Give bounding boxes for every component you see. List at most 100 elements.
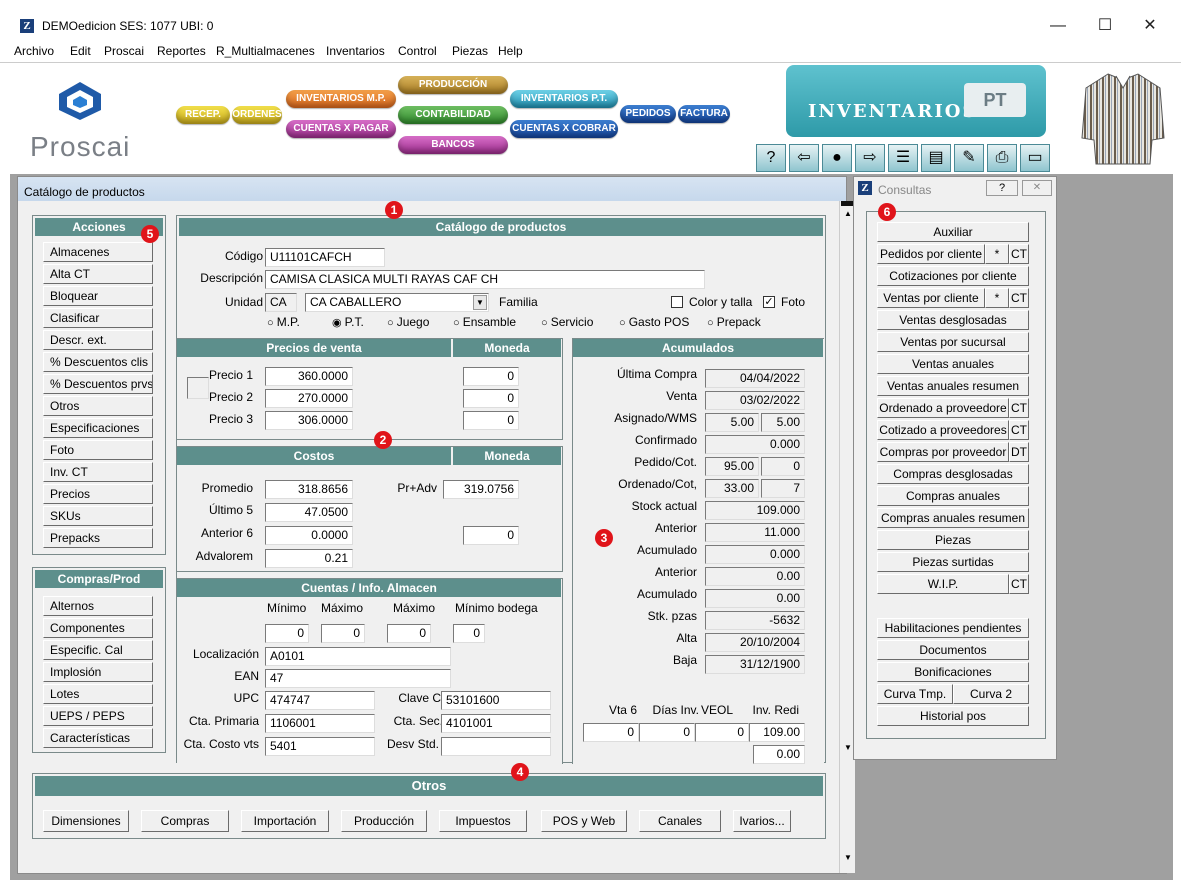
consulta-ventas-anuales-resumen-button[interactable]: Ventas anuales resumen [877, 376, 1029, 396]
maximo-2-field[interactable]: 0 [387, 624, 431, 643]
inv-redi-field[interactable]: 109.00 [749, 723, 805, 742]
consulta-cotizado-a-proveedores-button[interactable]: Cotizado a proveedores [877, 420, 1009, 440]
tipo-prepack-radio[interactable]: ○ Prepack [707, 315, 761, 329]
menu-help[interactable]: Help [498, 44, 523, 58]
precio-2-moneda-field[interactable]: 0 [463, 389, 519, 408]
extra-field[interactable]: 0.00 [753, 745, 805, 764]
accion-almacenes-button[interactable]: Almacenes [43, 242, 153, 262]
inventarios-pt-button[interactable]: INVENTARIOS P.T. [510, 90, 618, 108]
localizacion-field[interactable]: A0101 [265, 647, 451, 666]
consulta-ordenado-a-proveedore-button[interactable]: Ordenado a proveedore [877, 398, 1009, 418]
search-icon[interactable]: ● [822, 144, 852, 172]
back-arrow-icon[interactable]: ⇦ [789, 144, 819, 172]
accion-descuentos-prvs-button[interactable]: % Descuentos prvs [43, 374, 153, 394]
precio-2-field[interactable]: 270.0000 [265, 389, 353, 408]
promedio-field[interactable]: 318.8656 [265, 480, 353, 499]
consulta-w-i-p-button[interactable]: W.I.P. [877, 574, 1009, 594]
menu-proscai[interactable]: Proscai [104, 44, 144, 58]
contabilidad-button[interactable]: CONTABILIDAD [398, 106, 508, 124]
accion-bloquear-button[interactable]: Bloquear [43, 286, 153, 306]
tipo-gasto-pos-radio[interactable]: ○ Gasto POS [619, 315, 689, 329]
precio-3-moneda-field[interactable]: 0 [463, 411, 519, 430]
otros-produccion-button[interactable]: Producción [341, 810, 427, 832]
scroll-down-icon-2[interactable]: ▼ [841, 853, 855, 867]
consulta-ventas-por-sucursal-button[interactable]: Ventas por sucursal [877, 332, 1029, 352]
bancos-button[interactable]: BANCOS [398, 136, 508, 154]
curva-2-button[interactable]: Curva 2 [953, 684, 1029, 704]
accion-alta-ct-button[interactable]: Alta CT [43, 264, 153, 284]
tipo-ensamble-radio[interactable]: ○ Ensamble [453, 315, 516, 329]
pr-adv-field[interactable]: 319.0756 [443, 480, 519, 499]
menu-r-multialmacenes[interactable]: R_Multialmacenes [216, 44, 315, 58]
unidad-select[interactable]: CA CABALLERO ▼ [305, 293, 489, 312]
historial-pos-button[interactable]: Historial pos [877, 706, 1029, 726]
accion-clasificar-button[interactable]: Clasificar [43, 308, 153, 328]
cta-sec-field[interactable]: 4101001 [441, 714, 551, 733]
tipo-servicio-radio[interactable]: ○ Servicio [541, 315, 593, 329]
consultas-close-button[interactable]: ✕ [1022, 180, 1052, 196]
precio-1-moneda-field[interactable]: 0 [463, 367, 519, 386]
consulta-pedidos-por-cliente-ct-button[interactable]: CT [1009, 244, 1029, 264]
chevron-down-icon[interactable]: ▼ [473, 295, 487, 310]
menu-piezas[interactable]: Piezas [452, 44, 488, 58]
help-icon[interactable]: ? [756, 144, 786, 172]
accion-foto-button[interactable]: Foto [43, 440, 153, 460]
otros-impuestos-button[interactable]: Impuestos [439, 810, 527, 832]
recep-button[interactable]: RECEP. [176, 106, 230, 124]
close-button[interactable]: ✕ [1127, 12, 1173, 40]
accion-inv-ct-button[interactable]: Inv. CT [43, 462, 153, 482]
copy-icon[interactable]: ▤ [921, 144, 951, 172]
factura-button[interactable]: FACTURA [678, 105, 730, 123]
consulta-ventas-por-cliente-ct-button[interactable]: CT [1009, 288, 1029, 308]
documentos-button[interactable]: Documentos [877, 640, 1029, 660]
consulta-compras-desglosadas-button[interactable]: Compras desglosadas [877, 464, 1029, 484]
menu-inventarios[interactable]: Inventarios [326, 44, 385, 58]
produccion-button[interactable]: PRODUCCIÓN [398, 76, 508, 94]
curva-tmp-button[interactable]: Curva Tmp. [877, 684, 953, 704]
accion-otros-button[interactable]: Otros [43, 396, 153, 416]
otros-importacion-button[interactable]: Importación [241, 810, 329, 832]
otros-compras-button[interactable]: Compras [141, 810, 229, 832]
accion-prepacks-button[interactable]: Prepacks [43, 528, 153, 548]
tipo-p-t-radio[interactable]: ◉ P.T. [332, 315, 364, 329]
consulta-ordenado-a-proveedore-ct-button[interactable]: CT [1009, 398, 1029, 418]
upc-field[interactable]: 474747 [265, 691, 375, 710]
pedidos-button[interactable]: PEDIDOS [620, 105, 676, 123]
consulta-auxiliar-button[interactable]: Auxiliar [877, 222, 1029, 242]
consulta-cotizaciones-por-cliente-button[interactable]: Cotizaciones por cliente [877, 266, 1029, 286]
habilitaciones-pendientes-button[interactable]: Habilitaciones pendientes [877, 618, 1029, 638]
otros-pos-y-web-button[interactable]: POS y Web [541, 810, 627, 832]
dias-inv-field[interactable]: 0 [639, 723, 695, 742]
accion-precios-button[interactable]: Precios [43, 484, 153, 504]
cuentas-x-pagar-button[interactable]: CUENTAS X PAGAR [286, 120, 396, 138]
bonificaciones-button[interactable]: Bonificaciones [877, 662, 1029, 682]
menu-control[interactable]: Control [398, 44, 437, 58]
consultas-help-button[interactable]: ? [986, 180, 1018, 196]
tipo-juego-radio[interactable]: ○ Juego [387, 315, 429, 329]
color-talla-checkbox[interactable] [671, 296, 683, 308]
consulta-ventas-anuales-button[interactable]: Ventas anuales [877, 354, 1029, 374]
otros-ivarios-button[interactable]: Ivarios... [733, 810, 791, 832]
compras-lotes-button[interactable]: Lotes [43, 684, 153, 704]
list-icon[interactable]: ☰ [888, 144, 918, 172]
consulta-piezas-button[interactable]: Piezas [877, 530, 1029, 550]
desv-std-field[interactable] [441, 737, 551, 756]
minimo-bodega-field[interactable]: 0 [453, 624, 485, 643]
consulta-ventas-por-cliente-star-button[interactable]: * [985, 288, 1009, 308]
accion-especificaciones-button[interactable]: Especificaciones [43, 418, 153, 438]
consulta-pedidos-por-cliente-button[interactable]: Pedidos por cliente [877, 244, 985, 264]
otros-dimensiones-button[interactable]: Dimensiones [43, 810, 129, 832]
cta-costo-vts-field[interactable]: 5401 [265, 737, 375, 756]
precio-3-field[interactable]: 306.0000 [265, 411, 353, 430]
print-icon[interactable]: ⎙ [987, 144, 1017, 172]
compras-especific-cal-button[interactable]: Especific. Cal [43, 640, 153, 660]
consulta-cotizado-a-proveedores-ct-button[interactable]: CT [1009, 420, 1029, 440]
compras-componentes-button[interactable]: Componentes [43, 618, 153, 638]
ordenes-button[interactable]: ORDENES [232, 106, 282, 124]
compras-alternos-button[interactable]: Alternos [43, 596, 153, 616]
menu-edit[interactable]: Edit [70, 44, 91, 58]
compras-implosion-button[interactable]: Implosión [43, 662, 153, 682]
consulta-compras-por-proveedor-dt-button[interactable]: DT [1009, 442, 1029, 462]
vta-6-field[interactable]: 0 [583, 723, 639, 742]
advalorem-field[interactable]: 0.21 [265, 549, 353, 568]
